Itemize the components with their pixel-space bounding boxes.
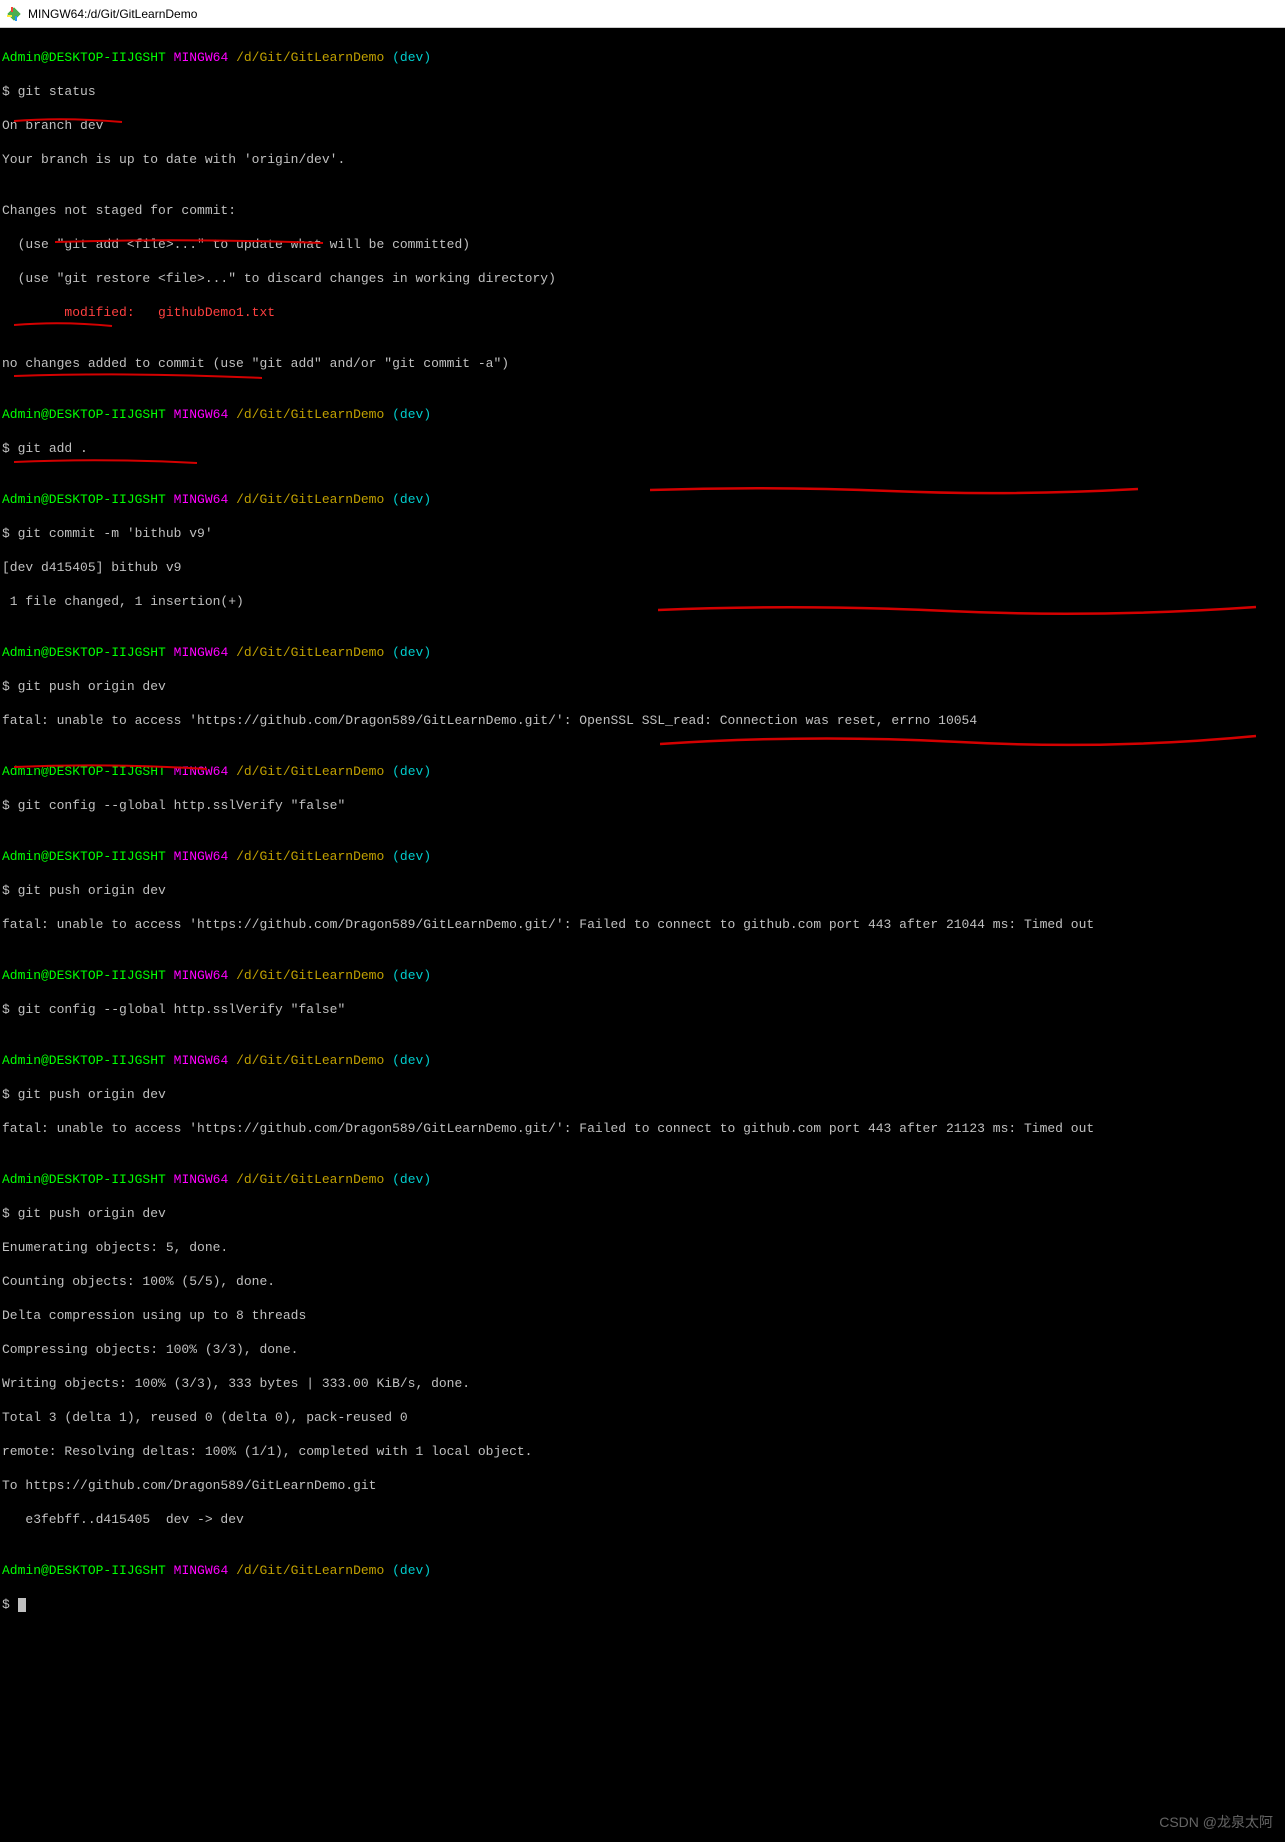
- window-titlebar[interactable]: MINGW64:/d/Git/GitLearnDemo: [0, 0, 1285, 28]
- prompt-branch: (dev): [392, 492, 431, 507]
- cmd-text: git push origin dev: [18, 883, 166, 898]
- output-line: (use "git restore <file>..." to discard …: [2, 270, 1283, 287]
- prompt-user: Admin@DESKTOP-IIJGSHT: [2, 849, 166, 864]
- prompt-path: /d/Git/GitLearnDemo: [236, 849, 384, 864]
- output-line: remote: Resolving deltas: 100% (1/1), co…: [2, 1443, 1283, 1460]
- annotation-underline: [14, 730, 209, 791]
- prompt-branch: (dev): [392, 968, 431, 983]
- prompt-shell: MINGW64: [174, 849, 229, 864]
- prompt-path: /d/Git/GitLearnDemo: [236, 968, 384, 983]
- prompt-shell: MINGW64: [174, 50, 229, 65]
- prompt-sigil: $: [2, 679, 18, 694]
- prompt-path: /d/Git/GitLearnDemo: [236, 407, 384, 422]
- error-line: fatal: unable to access 'https://github.…: [2, 916, 1283, 933]
- prompt-path: /d/Git/GitLearnDemo: [236, 764, 384, 779]
- prompt-shell: MINGW64: [174, 645, 229, 660]
- cmd-text: git config --global http.sslVerify "fals…: [18, 798, 346, 813]
- prompt-shell: MINGW64: [174, 1563, 229, 1578]
- prompt-branch: (dev): [392, 407, 431, 422]
- prompt-path: /d/Git/GitLearnDemo: [236, 492, 384, 507]
- annotation-underline: [660, 698, 1260, 767]
- prompt-shell: MINGW64: [174, 1172, 229, 1187]
- output-line: e3febff..d415405 dev -> dev: [2, 1511, 1283, 1528]
- prompt-user: Admin@DESKTOP-IIJGSHT: [2, 492, 166, 507]
- prompt-user: Admin@DESKTOP-IIJGSHT: [2, 764, 166, 779]
- output-line: no changes added to commit (use "git add…: [2, 355, 1283, 372]
- watermark: CSDN @龙泉太阿: [1159, 1812, 1273, 1832]
- prompt-branch: (dev): [392, 764, 431, 779]
- output-line: 1 file changed, 1 insertion(+): [2, 593, 1283, 610]
- prompt-user: Admin@DESKTOP-IIJGSHT: [2, 407, 166, 422]
- prompt-sigil: $: [2, 441, 18, 456]
- window-title: MINGW64:/d/Git/GitLearnDemo: [28, 7, 197, 21]
- prompt-user: Admin@DESKTOP-IIJGSHT: [2, 1172, 166, 1187]
- cmd-text: git status: [18, 84, 96, 99]
- terminal-output[interactable]: Admin@DESKTOP-IIJGSHT MINGW64 /d/Git/Git…: [0, 28, 1285, 1842]
- error-line: fatal: unable to access 'https://github.…: [2, 1120, 1283, 1137]
- prompt-branch: (dev): [392, 1172, 431, 1187]
- prompt-shell: MINGW64: [174, 1053, 229, 1068]
- prompt-user: Admin@DESKTOP-IIJGSHT: [2, 50, 166, 65]
- prompt-user: Admin@DESKTOP-IIJGSHT: [2, 1563, 166, 1578]
- prompt-sigil: $: [2, 1002, 18, 1017]
- prompt-sigil: $: [2, 798, 18, 813]
- output-line: To https://github.com/Dragon589/GitLearn…: [2, 1477, 1283, 1494]
- prompt-sigil: $: [2, 1597, 18, 1612]
- prompt-user: Admin@DESKTOP-IIJGSHT: [2, 645, 166, 660]
- prompt-sigil: $: [2, 84, 18, 99]
- output-line: Total 3 (delta 1), reused 0 (delta 0), p…: [2, 1409, 1283, 1426]
- cmd-text: git push origin dev: [18, 1087, 166, 1102]
- prompt-sigil: $: [2, 883, 18, 898]
- cmd-text: git commit -m 'bithub v9': [18, 526, 213, 541]
- prompt-path: /d/Git/GitLearnDemo: [236, 50, 384, 65]
- output-line: Delta compression using up to 8 threads: [2, 1307, 1283, 1324]
- prompt-branch: (dev): [392, 645, 431, 660]
- cmd-text: git add .: [18, 441, 88, 456]
- prompt-shell: MINGW64: [174, 492, 229, 507]
- cursor: [18, 1598, 26, 1612]
- prompt-branch: (dev): [392, 50, 431, 65]
- prompt-user: Admin@DESKTOP-IIJGSHT: [2, 1053, 166, 1068]
- prompt-sigil: $: [2, 1087, 18, 1102]
- modified-file-line: modified: githubDemo1.txt: [2, 304, 1283, 321]
- prompt-branch: (dev): [392, 1053, 431, 1068]
- output-line: Changes not staged for commit:: [2, 202, 1283, 219]
- output-line: Enumerating objects: 5, done.: [2, 1239, 1283, 1256]
- prompt-sigil: $: [2, 526, 18, 541]
- prompt-shell: MINGW64: [174, 764, 229, 779]
- output-line: Compressing objects: 100% (3/3), done.: [2, 1341, 1283, 1358]
- cmd-text: git push origin dev: [18, 1206, 166, 1221]
- error-line: fatal: unable to access 'https://github.…: [2, 712, 1283, 729]
- prompt-user: Admin@DESKTOP-IIJGSHT: [2, 968, 166, 983]
- output-line: Counting objects: 100% (5/5), done.: [2, 1273, 1283, 1290]
- prompt-branch: (dev): [392, 1563, 431, 1578]
- prompt-shell: MINGW64: [174, 968, 229, 983]
- prompt-path: /d/Git/GitLearnDemo: [236, 1563, 384, 1578]
- prompt-shell: MINGW64: [174, 407, 229, 422]
- output-line: [dev d415405] bithub v9: [2, 559, 1283, 576]
- prompt-path: /d/Git/GitLearnDemo: [236, 1053, 384, 1068]
- prompt-branch: (dev): [392, 849, 431, 864]
- output-line: (use "git add <file>..." to update what …: [2, 236, 1283, 253]
- app-icon: [6, 6, 22, 22]
- output-line: On branch dev: [2, 117, 1283, 134]
- prompt-path: /d/Git/GitLearnDemo: [236, 1172, 384, 1187]
- output-line: Writing objects: 100% (3/3), 333 bytes |…: [2, 1375, 1283, 1392]
- prompt-sigil: $: [2, 1206, 18, 1221]
- cmd-text: git config --global http.sslVerify "fals…: [18, 1002, 346, 1017]
- cmd-text: git push origin dev: [18, 679, 166, 694]
- output-line: Your branch is up to date with 'origin/d…: [2, 151, 1283, 168]
- prompt-path: /d/Git/GitLearnDemo: [236, 645, 384, 660]
